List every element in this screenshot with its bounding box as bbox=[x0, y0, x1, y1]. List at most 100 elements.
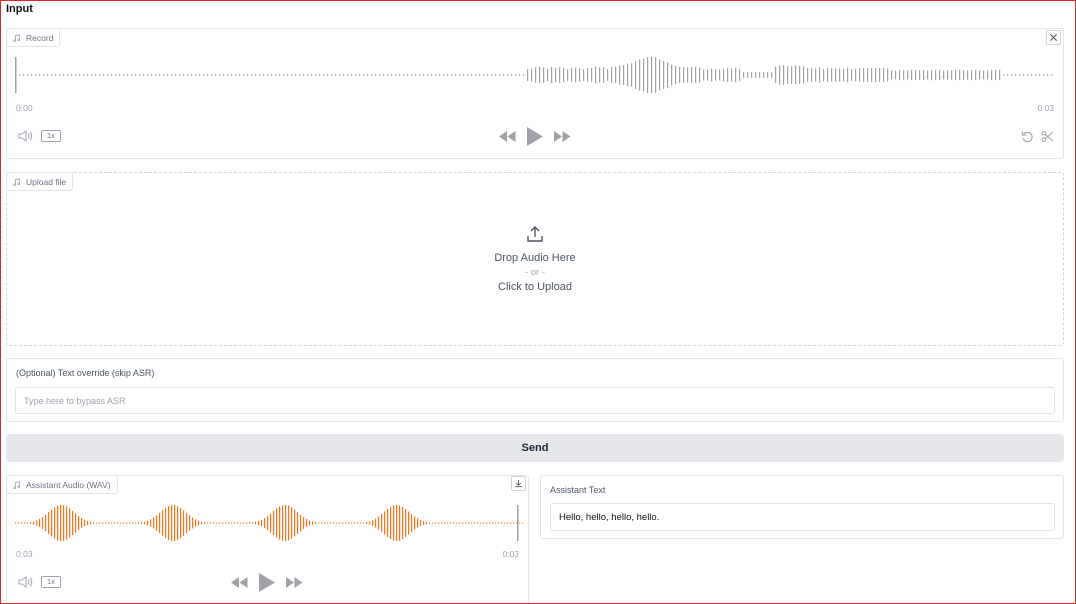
waveform-bar bbox=[141, 522, 143, 524]
record-play-button[interactable] bbox=[526, 126, 544, 146]
waveform-bar bbox=[366, 521, 368, 525]
assistant-waveform[interactable] bbox=[15, 503, 523, 543]
waveform-bar bbox=[345, 522, 347, 524]
assistant-time-end: 0:03 bbox=[502, 549, 519, 559]
waveform-bar bbox=[171, 74, 173, 76]
text-override-input[interactable] bbox=[15, 387, 1055, 414]
waveform-bar bbox=[823, 69, 825, 81]
record-volume-button[interactable] bbox=[17, 129, 35, 143]
waveform-bar bbox=[435, 522, 437, 524]
waveform-bar bbox=[503, 74, 505, 76]
waveform-bar bbox=[591, 67, 593, 83]
assistant-skip-forward-button[interactable] bbox=[285, 575, 303, 589]
waveform-bar bbox=[1019, 74, 1021, 76]
waveform-bar bbox=[21, 522, 23, 524]
waveform-bar bbox=[655, 57, 657, 93]
waveform-bar bbox=[455, 74, 457, 76]
record-undo-button[interactable] bbox=[1020, 129, 1035, 144]
waveform-bar bbox=[348, 522, 350, 524]
waveform-bar bbox=[35, 74, 37, 76]
waveform-bar bbox=[420, 520, 422, 526]
waveform-bar bbox=[815, 68, 817, 82]
assistant-skip-back-button[interactable] bbox=[230, 575, 248, 589]
waveform-bar bbox=[643, 58, 645, 92]
assistant-time-start: 0:03 bbox=[16, 549, 33, 559]
assistant-volume-button[interactable] bbox=[17, 575, 35, 589]
waveform-bar bbox=[483, 74, 485, 76]
waveform-bar bbox=[78, 515, 80, 531]
waveform-bar bbox=[443, 74, 445, 76]
waveform-bar bbox=[855, 68, 857, 82]
waveform-bar bbox=[267, 515, 269, 531]
waveform-bar bbox=[129, 522, 131, 524]
waveform-bar bbox=[755, 72, 757, 78]
waveform-bar bbox=[306, 518, 308, 528]
waveform-bar bbox=[324, 522, 326, 524]
waveform-bar bbox=[419, 74, 421, 76]
assistant-play-button[interactable] bbox=[258, 572, 276, 592]
waveform-bar bbox=[839, 68, 841, 82]
waveform-bar bbox=[559, 67, 561, 83]
waveform-bar bbox=[475, 74, 477, 76]
waveform-bar bbox=[210, 522, 212, 524]
waveform-bar bbox=[339, 74, 341, 76]
waveform-bar bbox=[258, 520, 260, 526]
assistant-text-output[interactable]: Hello, hello, hello, hello. bbox=[550, 503, 1055, 531]
waveform-bar bbox=[359, 74, 361, 76]
clear-recording-button[interactable] bbox=[1046, 30, 1061, 45]
waveform-bar bbox=[387, 509, 389, 537]
waveform-bar bbox=[227, 74, 229, 76]
waveform-bar bbox=[336, 522, 338, 524]
waveform-bar bbox=[255, 74, 257, 76]
waveform-bar bbox=[33, 521, 35, 525]
download-audio-button[interactable] bbox=[511, 476, 526, 491]
waveform-bar bbox=[69, 508, 71, 538]
waveform-bar bbox=[407, 74, 409, 76]
upload-dropzone[interactable]: Upload file Drop Audio Here - or - Click… bbox=[6, 172, 1064, 346]
waveform-bar bbox=[507, 522, 509, 524]
waveform-bar bbox=[411, 514, 413, 532]
waveform-bar bbox=[947, 70, 949, 80]
waveform-bar bbox=[927, 70, 929, 80]
volume-icon bbox=[18, 576, 33, 588]
waveform-bar bbox=[1051, 74, 1053, 76]
waveform-bar bbox=[751, 72, 753, 78]
record-time-start: 0:00 bbox=[16, 103, 33, 113]
waveform-bar bbox=[1039, 74, 1041, 76]
waveform-bar bbox=[231, 74, 233, 76]
waveform-bar bbox=[75, 74, 77, 76]
waveform-bar bbox=[371, 74, 373, 76]
record-trim-button[interactable] bbox=[1040, 129, 1055, 144]
waveform-bar bbox=[198, 520, 200, 526]
waveform-bar bbox=[291, 74, 293, 76]
waveform-bar bbox=[975, 69, 977, 81]
record-playback-rate-button[interactable]: 1x bbox=[41, 130, 61, 142]
waveform-bar bbox=[195, 519, 197, 527]
assistant-audio-label: Assistant Audio (WAV) bbox=[26, 479, 111, 490]
waveform-bar bbox=[355, 74, 357, 76]
waveform-bar bbox=[84, 519, 86, 527]
waveform-bar bbox=[547, 68, 549, 82]
waveform-bar bbox=[395, 74, 397, 76]
waveform-bar bbox=[66, 506, 68, 540]
assistant-playback-rate-button[interactable]: 1x bbox=[41, 576, 61, 588]
waveform-bar bbox=[915, 70, 917, 80]
or-separator: - or - bbox=[524, 267, 546, 278]
waveform-bar bbox=[627, 63, 629, 87]
waveform-bar bbox=[75, 513, 77, 533]
waveform-bar bbox=[279, 74, 281, 76]
waveform-bar bbox=[715, 69, 717, 81]
record-skip-forward-button[interactable] bbox=[553, 129, 571, 143]
waveform-bar bbox=[439, 74, 441, 76]
waveform-bar bbox=[132, 522, 134, 524]
waveform-bar bbox=[273, 510, 275, 536]
waveform-bar bbox=[108, 522, 110, 524]
waveform-bar bbox=[959, 69, 961, 81]
recording-waveform[interactable] bbox=[15, 55, 1055, 95]
record-skip-back-button[interactable] bbox=[498, 129, 516, 143]
waveform-bar bbox=[291, 507, 293, 539]
send-button[interactable]: Send bbox=[6, 434, 1064, 462]
waveform-bar bbox=[575, 67, 577, 83]
assistant-text-label: Assistant Text bbox=[550, 485, 606, 495]
rewind-icon bbox=[498, 130, 515, 142]
